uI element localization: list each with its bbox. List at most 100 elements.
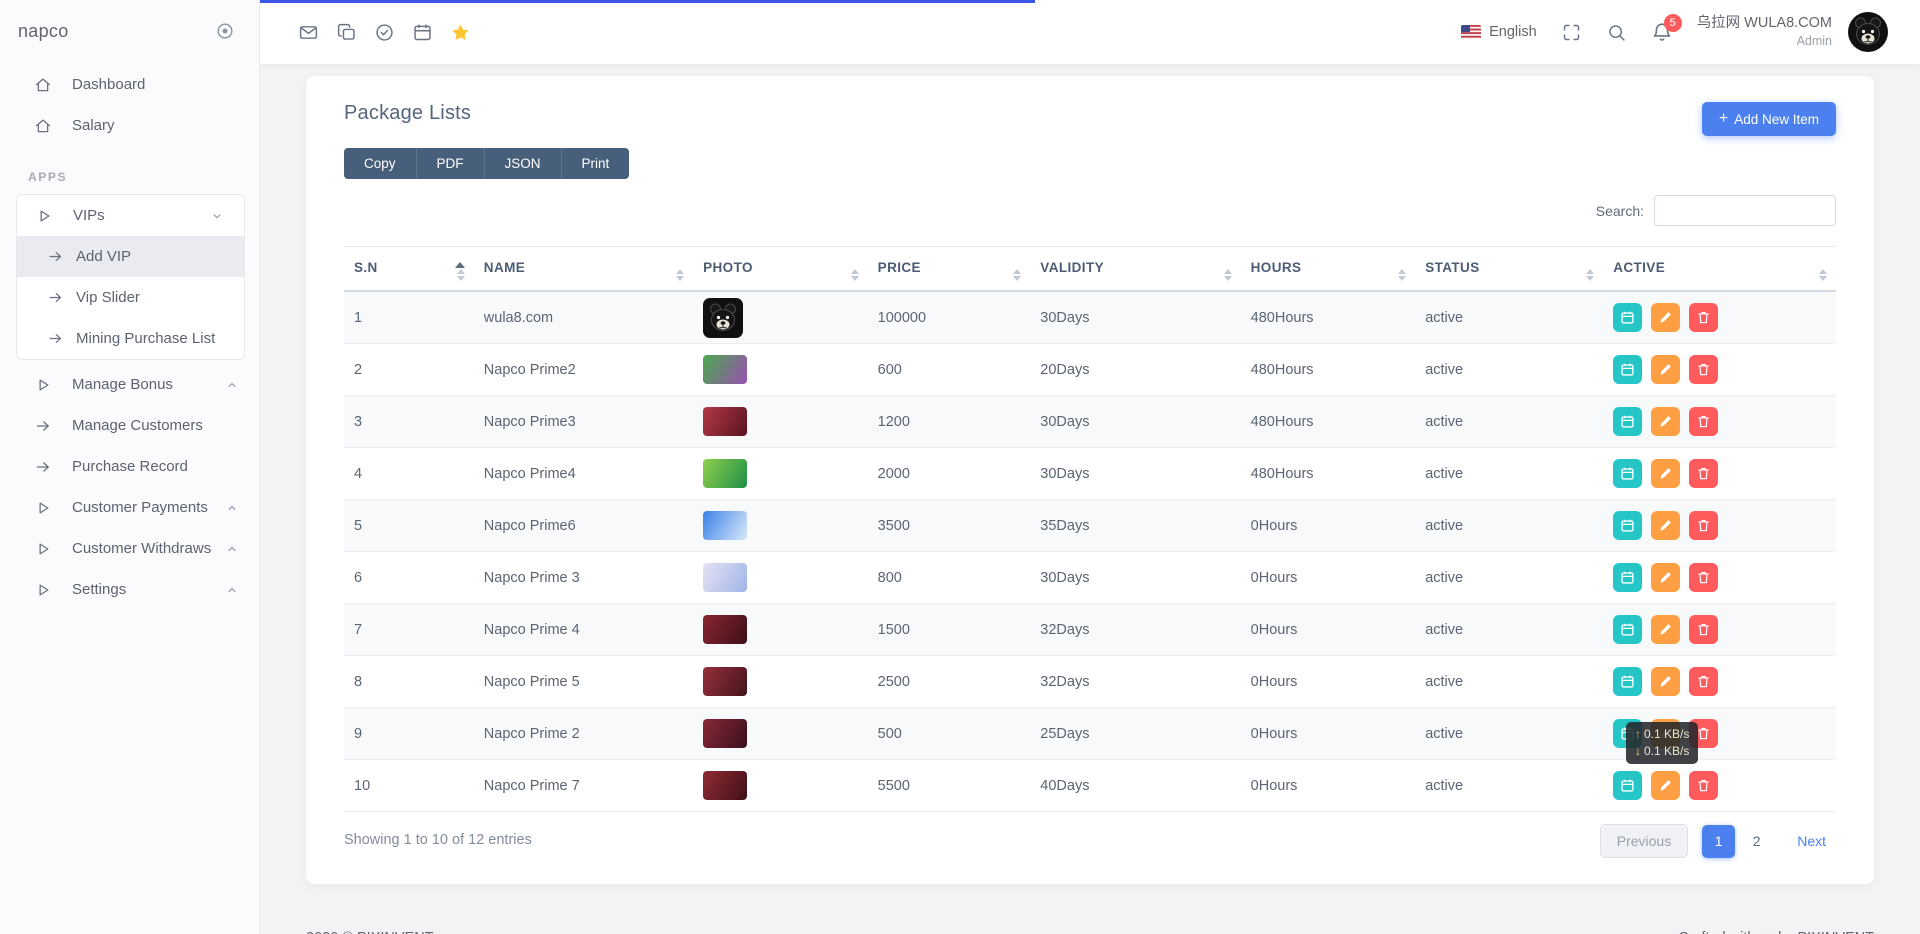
trash-icon (1696, 362, 1711, 377)
edit-button[interactable] (1651, 303, 1680, 332)
column-header-sn[interactable]: S.N (344, 247, 474, 292)
header: English 5 乌拉网 WULA8.COM Admin (260, 0, 1920, 64)
sidebar-section-apps: APPS (28, 170, 259, 184)
header-right: English 5 乌拉网 WULA8.COM Admin (1461, 12, 1888, 52)
json-button[interactable]: JSON (485, 148, 562, 179)
sidebar-item-settings[interactable]: Settings (0, 569, 259, 610)
edit-button[interactable] (1651, 511, 1680, 540)
edit-button[interactable] (1651, 459, 1680, 488)
cell-hours: 480Hours (1241, 448, 1416, 500)
chat-button[interactable] (336, 22, 357, 43)
cell-actions (1603, 396, 1836, 448)
calendar-icon (1620, 362, 1635, 377)
cell-validity: 40Days (1030, 760, 1240, 812)
delete-button[interactable] (1689, 303, 1718, 332)
sidebar-pin-toggle[interactable] (215, 21, 235, 41)
delete-button[interactable] (1689, 459, 1718, 488)
sidebar-item-customer-withdraws[interactable]: Customer Withdraws (0, 528, 259, 569)
column-header-name[interactable]: NAME (474, 247, 693, 292)
sidebar-item-salary[interactable]: Salary (0, 105, 259, 146)
fullscreen-button[interactable] (1561, 22, 1582, 43)
delete-button[interactable] (1689, 615, 1718, 644)
tasks-button[interactable] (374, 22, 395, 43)
notifications-button[interactable]: 5 (1651, 21, 1673, 43)
trash-icon (1696, 310, 1711, 325)
edit-button[interactable] (1651, 407, 1680, 436)
sidebar-item-dashboard[interactable]: Dashboard (0, 64, 259, 105)
sidebar-item-manage-bonus[interactable]: Manage Bonus (0, 364, 259, 405)
avatar[interactable] (1848, 12, 1888, 52)
mail-icon (298, 22, 319, 43)
schedule-button[interactable] (1613, 303, 1642, 332)
edit-button[interactable] (1651, 355, 1680, 384)
sidebar-item-vip-slider[interactable]: Vip Slider (17, 277, 244, 318)
pdf-button[interactable]: PDF (417, 148, 485, 179)
sidebar-item-mining-purchase-list[interactable]: Mining Purchase List (17, 318, 244, 359)
trash-icon (1696, 622, 1711, 637)
copy-button[interactable]: Copy (344, 148, 417, 179)
cell-name: Napco Prime 3 (474, 552, 693, 604)
edit-button[interactable] (1651, 615, 1680, 644)
delete-button[interactable] (1689, 407, 1718, 436)
cell-photo (693, 500, 868, 552)
delete-button[interactable] (1689, 771, 1718, 800)
cell-actions (1603, 604, 1836, 656)
user-menu[interactable]: 乌拉网 WULA8.COM Admin (1697, 15, 1832, 49)
package-photo (703, 407, 747, 436)
sidebar-item-vips[interactable]: VIPs (17, 195, 244, 236)
crafted-by: Crafted with ♥ by PIXINVENT (1678, 930, 1874, 934)
check-circle-icon (374, 22, 395, 43)
calendar-icon (1620, 570, 1635, 585)
page-1-button[interactable]: 1 (1702, 825, 1735, 858)
schedule-button[interactable] (1613, 771, 1642, 800)
schedule-button[interactable] (1613, 407, 1642, 436)
schedule-button[interactable] (1613, 459, 1642, 488)
edit-button[interactable] (1651, 771, 1680, 800)
language-selector[interactable]: English (1461, 24, 1537, 40)
home-icon (34, 76, 52, 94)
column-header-price[interactable]: PRICE (868, 247, 1031, 292)
cell-sn: 8 (344, 656, 474, 708)
search-button[interactable] (1606, 22, 1627, 43)
edit-button[interactable] (1651, 667, 1680, 696)
sidebar-item-add-vip[interactable]: Add VIP (17, 236, 244, 277)
sidebar-item-customer-payments[interactable]: Customer Payments (0, 487, 259, 528)
print-button[interactable]: Print (562, 148, 630, 179)
column-header-photo[interactable]: PHOTO (693, 247, 868, 292)
next-page-button[interactable]: Next (1787, 825, 1836, 857)
column-header-active[interactable]: ACTIVE (1603, 247, 1836, 292)
add-new-item-button[interactable]: + Add New Item (1702, 102, 1836, 136)
column-header-hours[interactable]: HOURS (1241, 247, 1416, 292)
schedule-button[interactable] (1613, 563, 1642, 592)
edit-button[interactable] (1651, 563, 1680, 592)
sidebar-item-manage-customers[interactable]: Manage Customers (0, 405, 259, 446)
calendar-button[interactable] (412, 22, 433, 43)
column-header-validity[interactable]: VALIDITY (1030, 247, 1240, 292)
cell-hours: 0Hours (1241, 500, 1416, 552)
delete-button[interactable] (1689, 511, 1718, 540)
delete-button[interactable] (1689, 667, 1718, 696)
sidebar-item-purchase-record[interactable]: Purchase Record (0, 446, 259, 487)
cell-name: Napco Prime4 (474, 448, 693, 500)
calendar-icon (412, 22, 433, 43)
sidebar-item-label: Vip Slider (76, 289, 224, 306)
bookmark-star-button[interactable] (450, 22, 471, 43)
previous-page-button[interactable]: Previous (1600, 824, 1688, 858)
mail-button[interactable] (298, 22, 319, 43)
schedule-button[interactable] (1613, 355, 1642, 384)
search-input[interactable] (1654, 195, 1836, 226)
column-header-status[interactable]: STATUS (1415, 247, 1603, 292)
us-flag-icon (1461, 25, 1481, 39)
table-row: 10 Napco Prime 7 5500 40Days 0Hours acti… (344, 760, 1836, 812)
pencil-icon (1658, 570, 1673, 585)
cell-hours: 480Hours (1241, 396, 1416, 448)
delete-button[interactable] (1689, 355, 1718, 384)
pencil-icon (1658, 310, 1673, 325)
cell-price: 1200 (868, 396, 1031, 448)
delete-button[interactable] (1689, 563, 1718, 592)
bear-logo-photo (703, 298, 743, 338)
page-2-button[interactable]: 2 (1740, 825, 1773, 858)
schedule-button[interactable] (1613, 511, 1642, 540)
schedule-button[interactable] (1613, 615, 1642, 644)
schedule-button[interactable] (1613, 667, 1642, 696)
